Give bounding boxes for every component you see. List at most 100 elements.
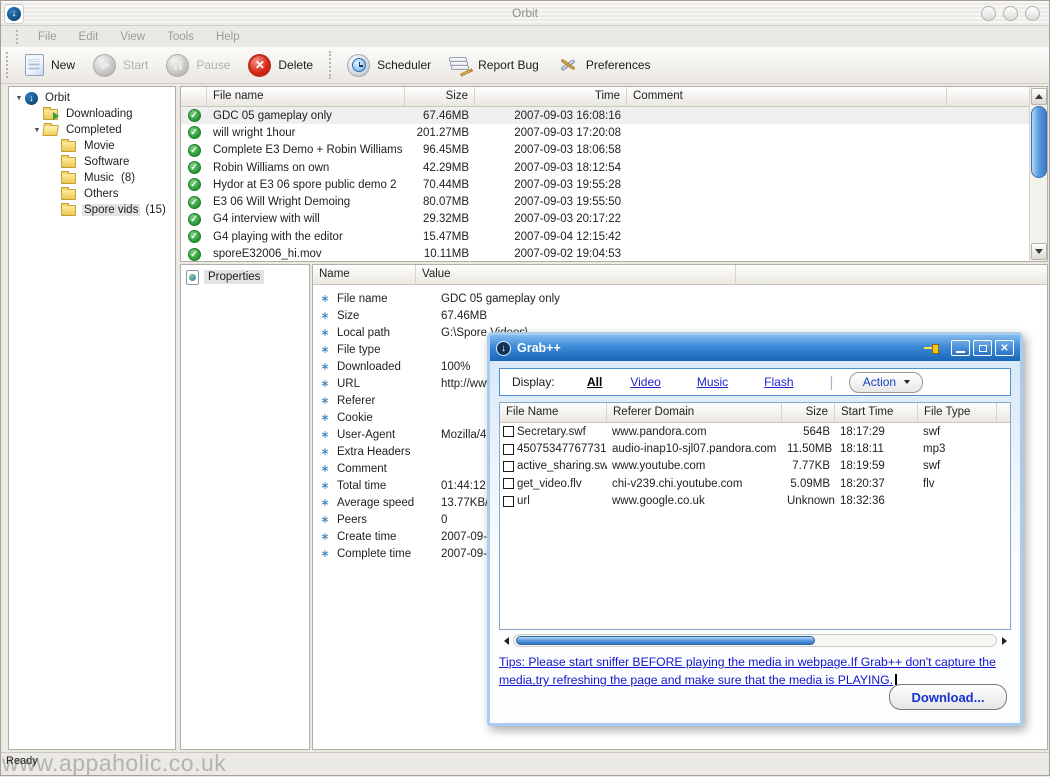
- file-row[interactable]: ✓sporeE32006_hi.mov10.11MB2007-09-02 19:…: [181, 245, 1029, 262]
- file-name-cell: Secretary.swf: [500, 426, 607, 438]
- filter-video[interactable]: Video: [630, 375, 660, 389]
- file-row[interactable]: ✓Complete E3 Demo + Robin Williams a...9…: [181, 142, 1029, 159]
- row-checkbox[interactable]: [503, 478, 514, 489]
- grab-title-bar[interactable]: ↓ Grab++ ✕: [490, 335, 1020, 361]
- status-column-header[interactable]: [181, 87, 207, 106]
- referer-column-header[interactable]: Referer Domain: [607, 403, 782, 422]
- toolbar-drag-handle[interactable]: [6, 52, 9, 78]
- capture-row[interactable]: get_video.flvchi-v239.chi.youtube.com5.0…: [500, 475, 1010, 492]
- preferences-button-label: Preferences: [586, 58, 651, 72]
- size-column-header[interactable]: Size: [782, 403, 835, 422]
- property-value: 0: [429, 514, 447, 526]
- scroll-left-button[interactable]: [499, 633, 513, 648]
- filter-music[interactable]: Music: [697, 375, 728, 389]
- tree-item-movie[interactable]: Movie: [9, 138, 175, 154]
- menu-view[interactable]: View: [109, 29, 156, 45]
- scrollbar-thumb[interactable]: [516, 636, 815, 645]
- file-row[interactable]: ✓Hydor at E3 06 spore public demo 270.44…: [181, 176, 1029, 193]
- scroll-down-button[interactable]: [1031, 243, 1047, 260]
- property-name: File type: [337, 344, 429, 356]
- delete-button[interactable]: ✕ Delete: [239, 50, 322, 80]
- tree-item-downloading[interactable]: Downloading: [9, 106, 175, 122]
- folder-icon: [61, 189, 76, 200]
- menu-help[interactable]: Help: [205, 29, 251, 45]
- row-checkbox[interactable]: [503, 461, 514, 472]
- property-row[interactable]: ∗File nameGDC 05 gameplay only: [313, 290, 1047, 307]
- file-name-text: url: [517, 495, 530, 507]
- row-checkbox[interactable]: [503, 444, 514, 455]
- menu-drag-handle[interactable]: [16, 30, 19, 44]
- delete-button-label: Delete: [278, 58, 313, 72]
- grab-close-button[interactable]: ✕: [995, 340, 1014, 356]
- tree-item-spore-vids[interactable]: Spore vids(15): [9, 202, 175, 218]
- tree-item-completed[interactable]: ▼Completed: [9, 122, 175, 138]
- filler-column-header: [997, 403, 1010, 422]
- comment-column-header[interactable]: Comment: [627, 87, 947, 106]
- start-time-column-header[interactable]: Start Time: [835, 403, 918, 422]
- capture-row[interactable]: Secretary.swfwww.pandora.com564B18:17:29…: [500, 423, 1010, 440]
- file-row[interactable]: ✓Robin Williams on own42.29MB2007-09-03 …: [181, 159, 1029, 176]
- scroll-right-button[interactable]: [997, 633, 1011, 648]
- time-column-header[interactable]: Time: [475, 87, 627, 106]
- tree-item-music[interactable]: Music(8): [9, 170, 175, 186]
- file-name-cell: G4 interview with will: [207, 213, 405, 225]
- value-column-header[interactable]: Value: [416, 265, 736, 284]
- row-checkbox[interactable]: [503, 496, 514, 507]
- horizontal-scrollbar[interactable]: [499, 633, 1011, 648]
- referer-cell: www.pandora.com: [607, 426, 782, 438]
- file-row[interactable]: ✓will wright 1hour201.27MB2007-09-03 17:…: [181, 124, 1029, 141]
- expander-icon[interactable]: ▼: [13, 95, 25, 102]
- close-button[interactable]: [1025, 6, 1040, 21]
- scheduler-button[interactable]: Scheduler: [338, 50, 440, 80]
- file-row[interactable]: ✓E3 06 Will Wright Demoing80.07MB2007-09…: [181, 193, 1029, 210]
- expander-icon[interactable]: ▼: [31, 127, 43, 134]
- grab-maximize-button[interactable]: [973, 340, 992, 356]
- file-row[interactable]: ✓G4 playing with the editor15.47MB2007-0…: [181, 228, 1029, 245]
- filter-all[interactable]: All: [587, 375, 602, 389]
- file-name-column-header[interactable]: File Name: [500, 403, 607, 422]
- tab-properties[interactable]: Properties: [184, 268, 306, 286]
- scroll-up-button[interactable]: [1031, 88, 1047, 105]
- scrollbar-track[interactable]: [513, 634, 997, 647]
- size-cell: 80.07MB: [405, 196, 475, 208]
- filter-flash[interactable]: Flash: [764, 375, 793, 389]
- scrollbar-thumb[interactable]: [1031, 106, 1047, 178]
- time-cell: 2007-09-03 19:55:28: [475, 179, 627, 191]
- time-cell: 2007-09-03 19:55:50: [475, 196, 627, 208]
- pause-button-label: Pause: [196, 58, 230, 72]
- tree-item-others[interactable]: Others: [9, 186, 175, 202]
- tree-item-label: Others: [82, 188, 121, 200]
- name-column-header[interactable]: Name: [313, 265, 416, 284]
- action-dropdown[interactable]: Action: [849, 372, 923, 393]
- maximize-button[interactable]: [1003, 6, 1018, 21]
- report-bug-button[interactable]: Report Bug: [440, 50, 548, 80]
- new-button[interactable]: New: [16, 50, 84, 80]
- tree-item-orbit[interactable]: ▼ ↓ Orbit: [9, 90, 175, 106]
- download-button[interactable]: Download...: [889, 684, 1007, 710]
- capture-row[interactable]: active_sharing.swfwww.youtube.com7.77KB1…: [500, 458, 1010, 475]
- file-type-column-header[interactable]: File Type: [918, 403, 997, 422]
- properties-header: Name Value: [313, 265, 1047, 285]
- menu-edit[interactable]: Edit: [68, 29, 110, 45]
- menu-tools[interactable]: Tools: [156, 29, 205, 45]
- time-cell: 2007-09-03 20:17:22: [475, 213, 627, 225]
- capture-row[interactable]: urlwww.google.co.ukUnknown18:32:36: [500, 493, 1010, 510]
- preferences-button[interactable]: Preferences: [548, 50, 660, 80]
- tree-item-label: Software: [82, 156, 131, 168]
- size-column-header[interactable]: Size: [405, 87, 475, 106]
- menu-file[interactable]: File: [27, 29, 68, 45]
- vertical-scrollbar[interactable]: [1029, 87, 1047, 261]
- pin-icon[interactable]: [924, 342, 940, 354]
- minimize-button[interactable]: [981, 6, 996, 21]
- file-row[interactable]: ✓GDC 05 gameplay only67.46MB2007-09-03 1…: [181, 107, 1029, 124]
- row-checkbox[interactable]: [503, 426, 514, 437]
- grab-minimize-button[interactable]: [951, 340, 970, 356]
- capture-row[interactable]: 45075347767731...audio-inap10-sjl07.pand…: [500, 440, 1010, 457]
- grab-logo-icon: ↓: [496, 341, 511, 356]
- category-tree: ▼ ↓ Orbit Downloading▼CompletedMovie Soft…: [8, 86, 176, 750]
- property-row[interactable]: ∗Size67.46MB: [313, 307, 1047, 324]
- tree-item-software[interactable]: Software: [9, 154, 175, 170]
- property-name: Total time: [337, 480, 429, 492]
- file-name-column-header[interactable]: File name: [207, 87, 405, 106]
- file-row[interactable]: ✓G4 interview with will29.32MB2007-09-03…: [181, 211, 1029, 228]
